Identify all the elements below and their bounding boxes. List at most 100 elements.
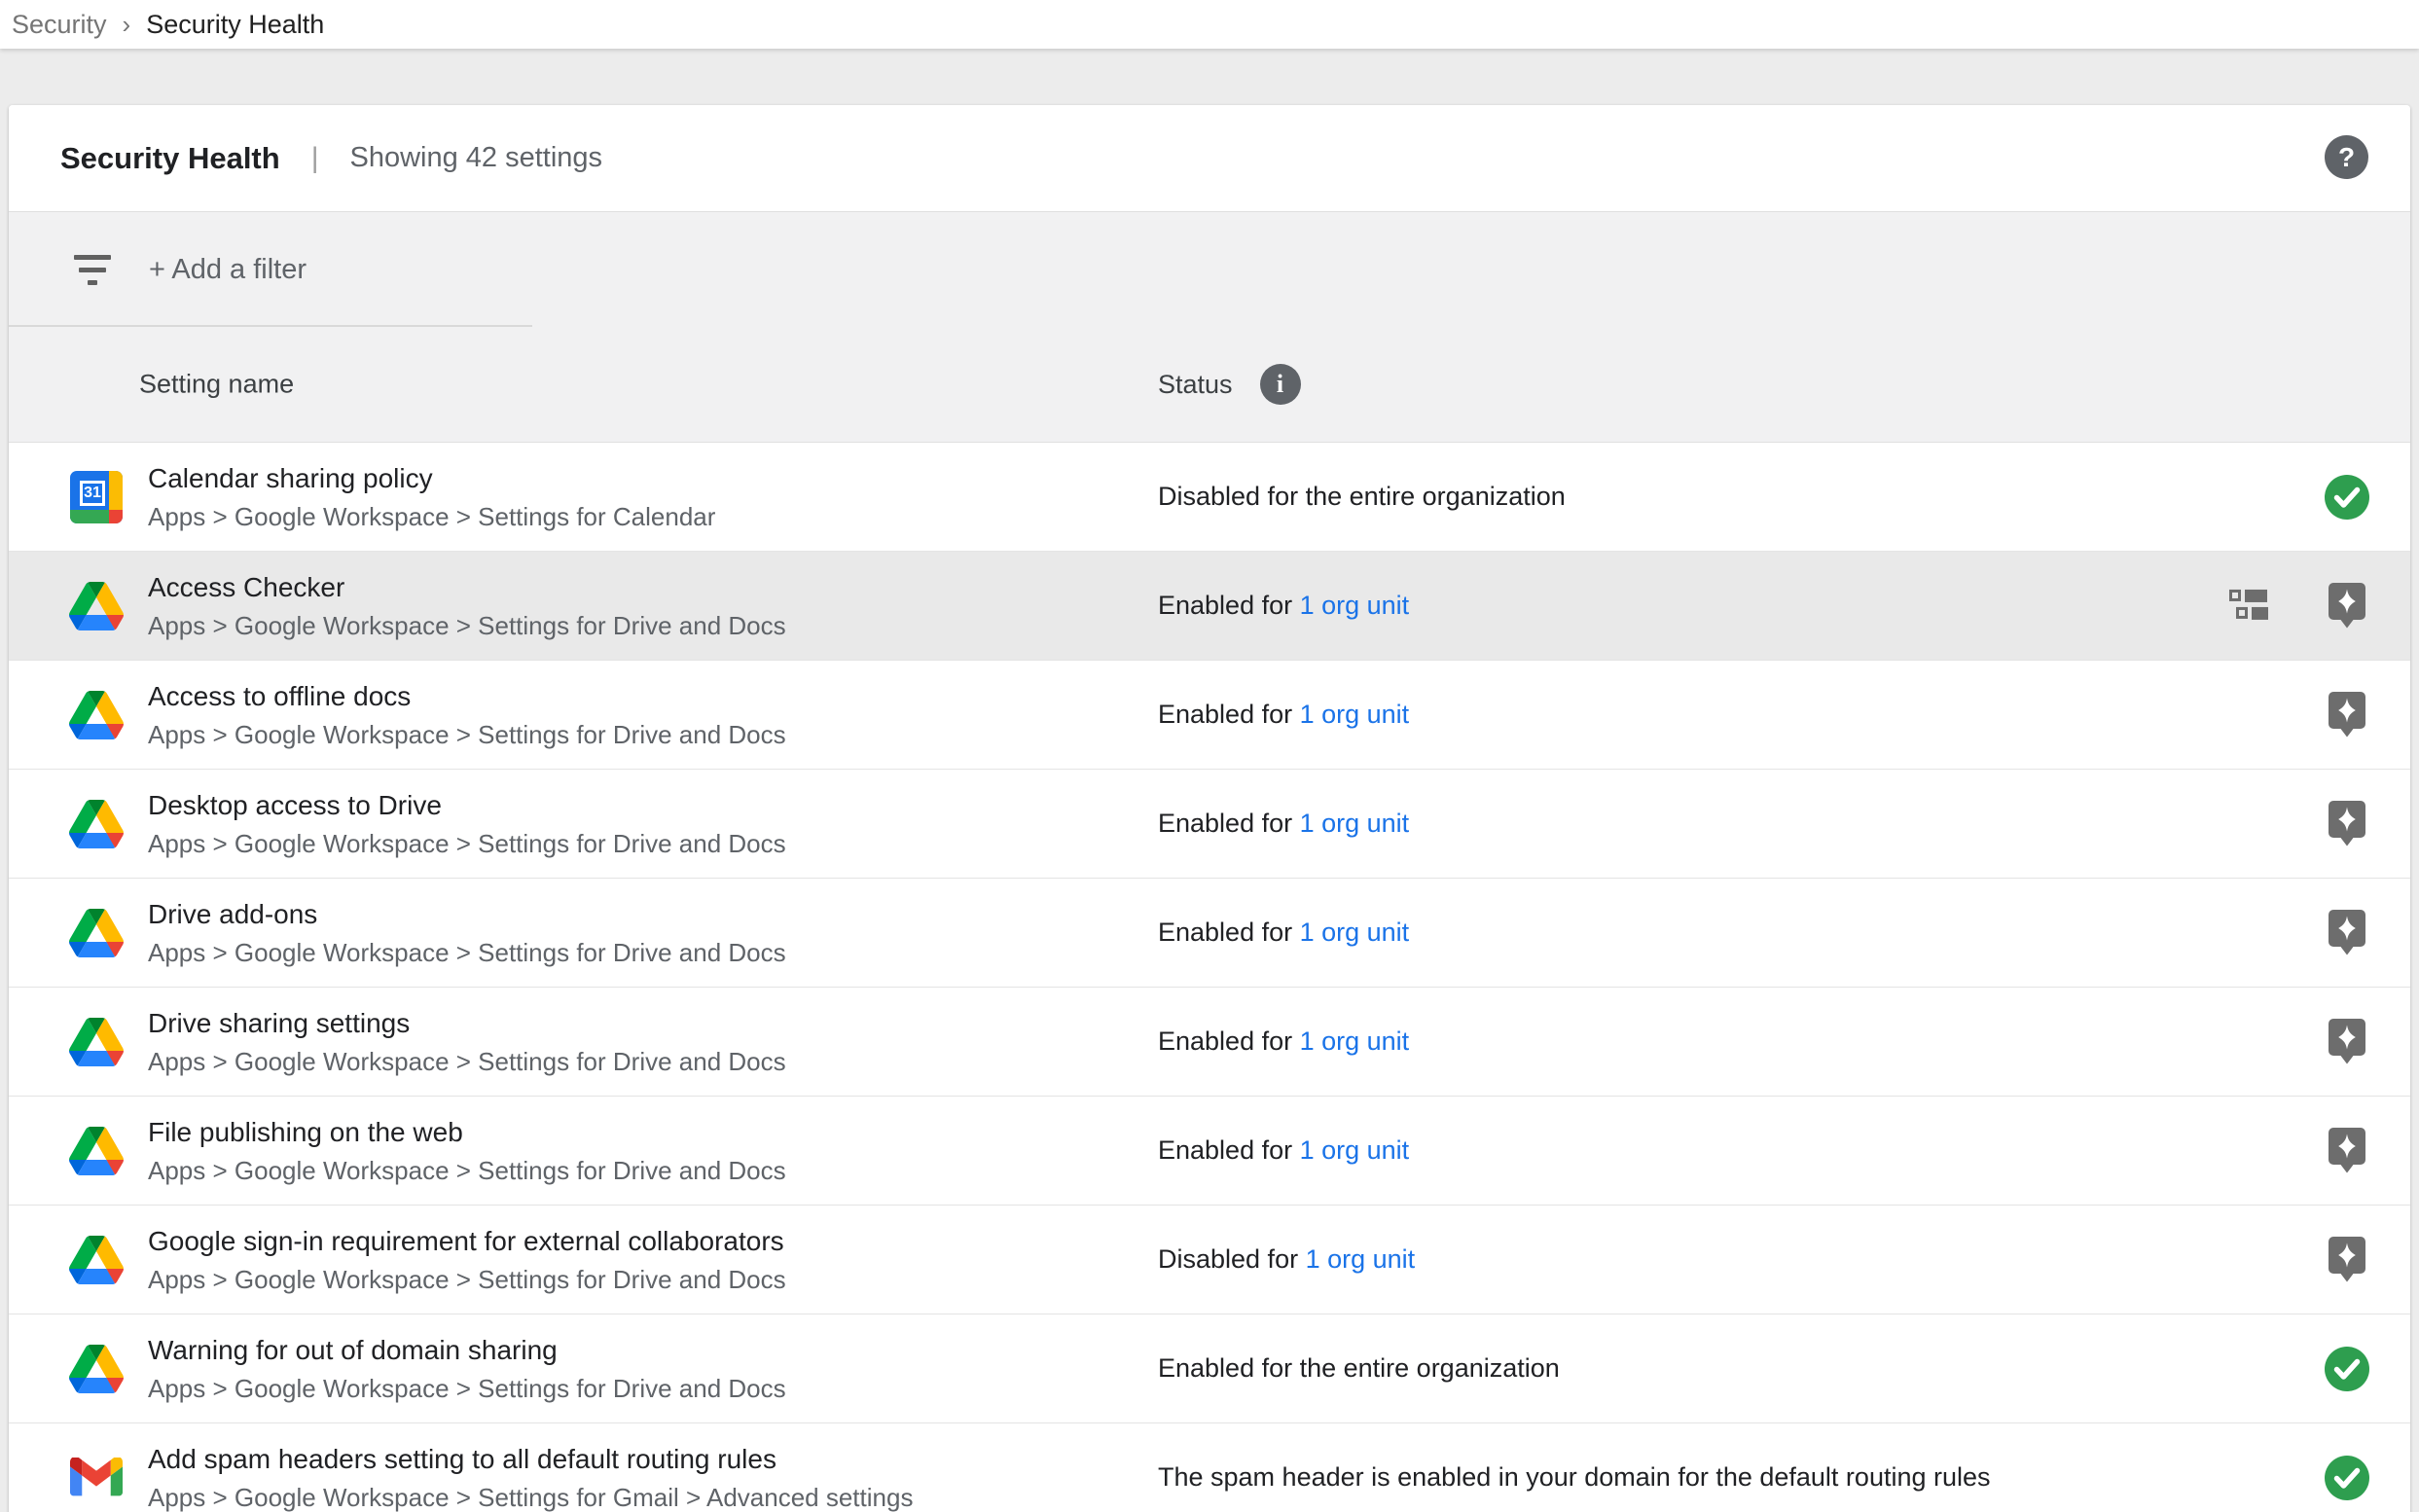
org-unit-link[interactable]: 1 org unit (1300, 1026, 1410, 1057)
table-header: Setting name Status i (9, 327, 2410, 443)
setting-title: Access Checker (148, 571, 786, 604)
row-trailing-icon-slot[interactable] (2324, 1454, 2370, 1502)
security-health-card: Security Health | Showing 42 settings ? … (9, 105, 2410, 1512)
setting-path: Apps > Google Workspace > Settings for D… (148, 937, 786, 968)
gmail-icon (70, 1458, 123, 1497)
breadcrumb: Security › Security Health (0, 0, 2419, 49)
status-text: Enabled for the entire organization (1158, 1353, 1560, 1384)
help-icon[interactable]: ? (2325, 135, 2368, 179)
setting-path: Apps > Google Workspace > Settings for D… (148, 1155, 786, 1186)
table-row[interactable]: Desktop access to Drive Apps > Google Wo… (9, 770, 2410, 879)
status-ok-icon (2324, 474, 2370, 521)
setting-path: Apps > Google Workspace > Settings for D… (148, 1046, 786, 1077)
org-unit-link[interactable]: 1 org unit (1300, 700, 1410, 730)
app-icon-cell (69, 797, 124, 851)
status-ok-icon (2324, 1455, 2370, 1501)
drive-icon (69, 909, 124, 957)
page-title: Security Health (60, 141, 280, 176)
status-ok-icon (2324, 1346, 2370, 1392)
settings-list: 31 Calendar sharing policy Apps > Google… (9, 443, 2410, 1512)
setting-path: Apps > Google Workspace > Settings for G… (148, 1482, 913, 1512)
drive-icon (69, 582, 124, 630)
row-trailing-icon-slot[interactable] (2324, 1236, 2370, 1284)
table-row[interactable]: 31 Calendar sharing policy Apps > Google… (9, 443, 2410, 552)
recommendation-flag-icon[interactable] (2329, 910, 2365, 955)
status-text: Enabled for (1158, 1135, 1300, 1166)
recommendation-flag-icon[interactable] (2329, 1019, 2365, 1064)
filter-bar: + Add a filter (9, 212, 2410, 327)
drive-icon (69, 691, 124, 739)
org-unit-link[interactable]: 1 org unit (1300, 591, 1410, 621)
row-trailing-icon-slot[interactable] (2324, 582, 2370, 630)
status-text: Disabled for (1158, 1244, 1306, 1275)
drive-icon (69, 1127, 124, 1175)
app-icon-cell (69, 1124, 124, 1178)
row-trailing-icon-slot[interactable] (2324, 1345, 2370, 1393)
add-filter-button[interactable]: + Add a filter (149, 254, 307, 286)
table-row[interactable]: File publishing on the web Apps > Google… (9, 1097, 2410, 1206)
drive-icon (69, 1345, 124, 1393)
recommendation-flag-icon[interactable] (2329, 1237, 2365, 1282)
row-trailing-icon-slot[interactable] (2324, 1127, 2370, 1175)
row-extra-icon-slot (2229, 589, 2268, 619)
app-icon-cell (69, 906, 124, 960)
recommendation-flag-icon[interactable] (2329, 1128, 2365, 1173)
org-unit-link[interactable]: 1 org unit (1306, 1244, 1416, 1275)
setting-path: Apps > Google Workspace > Settings for C… (148, 501, 715, 532)
recommendation-flag-icon[interactable] (2329, 692, 2365, 738)
setting-title: Drive sharing settings (148, 1007, 786, 1040)
filter-list-icon (73, 255, 112, 285)
setting-title: Desktop access to Drive (148, 789, 786, 822)
table-row[interactable]: Warning for out of domain sharing Apps >… (9, 1314, 2410, 1423)
setting-title: Calendar sharing policy (148, 462, 715, 495)
setting-path: Apps > Google Workspace > Settings for D… (148, 610, 786, 641)
breadcrumb-security[interactable]: Security (12, 10, 107, 40)
row-trailing-icon-slot[interactable] (2324, 691, 2370, 739)
org-unit-link[interactable]: 1 org unit (1300, 1135, 1410, 1166)
status-text: Enabled for (1158, 591, 1300, 621)
table-row[interactable]: Access to offline docs Apps > Google Wor… (9, 661, 2410, 770)
status-text: Enabled for (1158, 809, 1300, 839)
title-separator: | (311, 142, 319, 175)
row-trailing-icon-slot[interactable] (2324, 1018, 2370, 1066)
setting-title: Warning for out of domain sharing (148, 1334, 786, 1367)
setting-path: Apps > Google Workspace > Settings for D… (148, 1264, 786, 1295)
setting-title: Drive add-ons (148, 898, 786, 931)
row-trailing-icon-slot[interactable] (2324, 909, 2370, 957)
row-trailing-icon-slot[interactable] (2324, 473, 2370, 522)
drive-icon (69, 1236, 124, 1284)
table-row[interactable]: Drive sharing settings Apps > Google Wor… (9, 988, 2410, 1097)
setting-title: Add spam headers setting to all default … (148, 1443, 913, 1476)
calendar-icon: 31 (70, 471, 123, 523)
info-icon[interactable]: i (1260, 364, 1301, 405)
card-header: Security Health | Showing 42 settings ? (9, 105, 2410, 212)
org-unit-link[interactable]: 1 org unit (1300, 809, 1410, 839)
app-icon-cell (69, 579, 124, 633)
table-row[interactable]: Google sign-in requirement for external … (9, 1206, 2410, 1314)
recommendation-flag-icon[interactable] (2329, 583, 2365, 629)
app-icon-cell (69, 1233, 124, 1287)
column-setting-name: Setting name (139, 370, 294, 400)
table-row[interactable]: Access Checker Apps > Google Workspace >… (9, 552, 2410, 661)
breadcrumb-current: Security Health (146, 10, 324, 40)
app-icon-cell (69, 1451, 124, 1505)
row-trailing-icon-slot[interactable] (2324, 800, 2370, 848)
recommendation-flag-icon[interactable] (2329, 801, 2365, 846)
setting-title: Access to offline docs (148, 680, 786, 713)
table-row[interactable]: Add spam headers setting to all default … (9, 1423, 2410, 1512)
org-unit-assignment-icon (2229, 589, 2268, 619)
app-icon-cell (69, 1342, 124, 1396)
status-text: Enabled for (1158, 700, 1300, 730)
drive-icon (69, 1018, 124, 1066)
settings-count: Showing 42 settings (350, 142, 603, 174)
org-unit-link[interactable]: 1 org unit (1300, 918, 1410, 948)
status-column-label: Status (1158, 370, 1233, 400)
setting-path: Apps > Google Workspace > Settings for D… (148, 719, 786, 750)
setting-title: File publishing on the web (148, 1116, 786, 1149)
breadcrumb-chevron-icon: › (123, 10, 131, 40)
setting-title: Google sign-in requirement for external … (148, 1225, 786, 1258)
status-text: Enabled for (1158, 1026, 1300, 1057)
app-icon-cell (69, 688, 124, 742)
table-row[interactable]: Drive add-ons Apps > Google Workspace > … (9, 879, 2410, 988)
app-icon-cell (69, 1015, 124, 1069)
